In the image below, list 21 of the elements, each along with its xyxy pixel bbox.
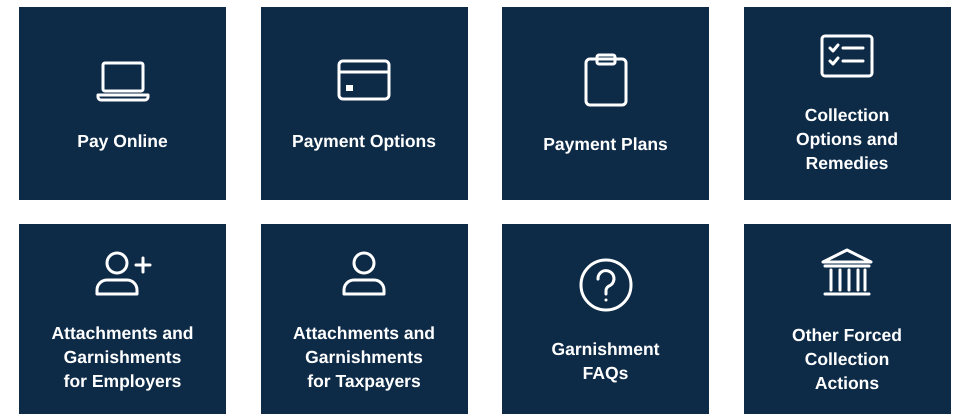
- add-user-icon: [92, 248, 152, 296]
- tile-label: Attachments and Garnishments for Employers: [52, 322, 194, 392]
- tile-label: Attachments and Garnishments for Taxpayers: [293, 322, 435, 392]
- nav-tile[interactable]: Garnishment FAQs: [502, 224, 709, 414]
- nav-tile[interactable]: Attachments and Garnishments for Employers: [19, 224, 226, 414]
- nav-tile[interactable]: Pay Online: [19, 7, 226, 200]
- nav-tile[interactable]: Attachments and Garnishments for Taxpayers: [260, 224, 468, 414]
- tile-label: Collection Options and Remedies: [796, 104, 898, 174]
- nav-tile[interactable]: Payment Plans: [502, 7, 709, 200]
- tile-label: Pay Online: [77, 130, 168, 152]
- checklist-icon: [819, 32, 875, 78]
- tile-label: Payment Plans: [543, 132, 668, 156]
- tile-label: Payment Options: [292, 130, 436, 152]
- building-icon: [819, 246, 875, 298]
- nav-tile[interactable]: Other Forced Collection Actions: [744, 224, 950, 414]
- nav-tile[interactable]: Collection Options and Remedies: [744, 7, 950, 200]
- user-icon: [340, 248, 388, 296]
- help-icon: [578, 256, 634, 312]
- nav-tile[interactable]: Payment Options: [260, 7, 468, 200]
- tile-label: Garnishment FAQs: [552, 338, 660, 384]
- tile-label: Other Forced Collection Actions: [792, 324, 902, 394]
